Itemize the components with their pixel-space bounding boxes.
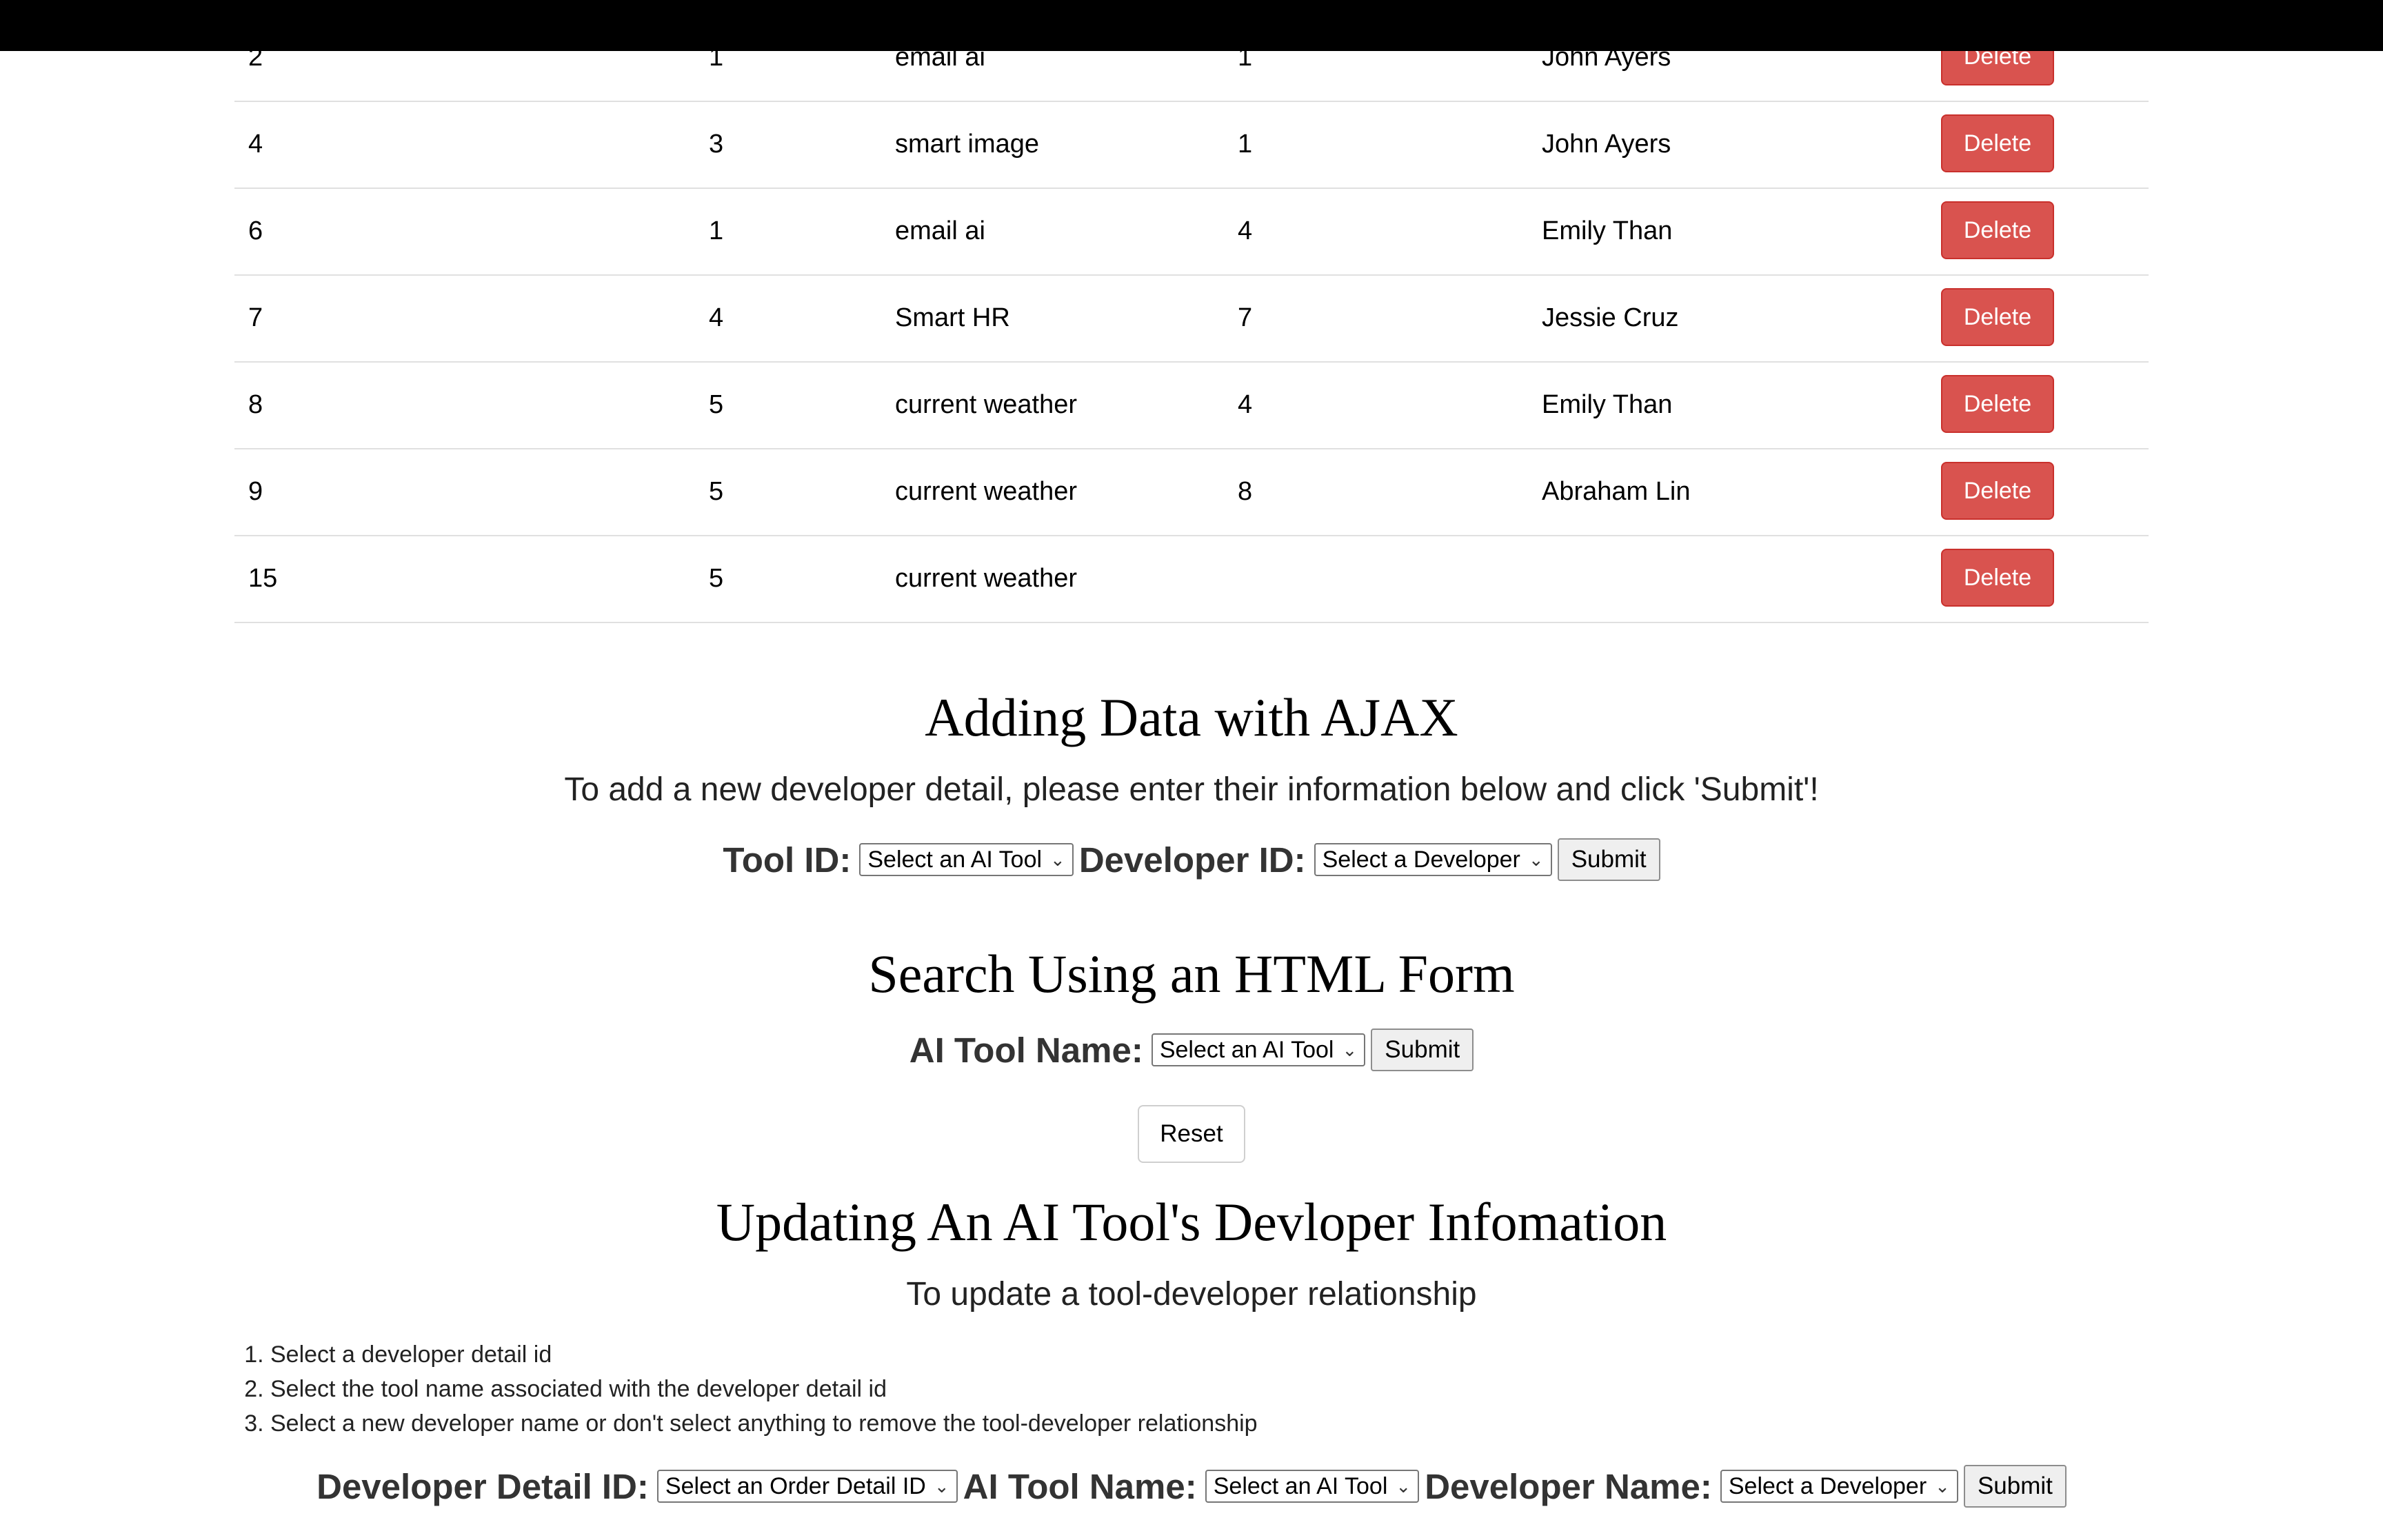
update-steps-list: Select a developer detail id Select the …: [241, 1337, 1258, 1441]
cell-id: 15: [248, 564, 278, 593]
cell-tool-name: current weather: [895, 564, 1078, 593]
cell-tool-id: 5: [709, 564, 724, 593]
chevron-down-icon: ⌄: [1528, 849, 1544, 870]
reset-button[interactable]: Reset: [1138, 1105, 1245, 1163]
cell-developer-name: Emily Than: [1542, 216, 1673, 245]
tool-id-select-value: Select an AI Tool: [867, 846, 1043, 873]
delete-button[interactable]: Delete: [1941, 114, 2054, 172]
cell-tool-name: current weather: [895, 390, 1078, 419]
ajax-section-description: To add a new developer detail, please en…: [564, 771, 1819, 808]
cell-developer-name: Abraham Lin: [1542, 477, 1691, 506]
search-form: AI Tool Name: Select an AI Tool ⌄ Submit: [0, 1029, 2383, 1071]
cell-tool-id: 3: [709, 130, 724, 159]
developer-detail-id-select[interactable]: Select an Order Detail ID ⌄: [656, 1470, 958, 1503]
developer-detail-id-select-value: Select an Order Detail ID: [665, 1472, 926, 1499]
cell-developer-name: John Ayers: [1542, 130, 1671, 159]
cell-id: 4: [248, 130, 263, 159]
chevron-down-icon: ⌄: [934, 1475, 949, 1497]
cell-developer-name: Jessie Cruz: [1542, 303, 1679, 332]
developer-id-select[interactable]: Select a Developer ⌄: [1314, 843, 1552, 876]
search-tool-select-value: Select an AI Tool: [1159, 1036, 1334, 1063]
cell-tool-name: email ai: [895, 216, 985, 245]
developer-id-label: Developer ID:: [1078, 840, 1306, 880]
table-row: 15 5 current weather Delete: [234, 535, 2149, 623]
delete-button[interactable]: Delete: [1941, 288, 2054, 346]
cell-tool-id: 1: [709, 216, 724, 245]
list-item: Select the tool name associated with the…: [270, 1372, 1258, 1406]
search-submit-button[interactable]: Submit: [1371, 1029, 1474, 1071]
cell-developer-id: 4: [1238, 216, 1253, 245]
cell-tool-name: smart image: [895, 130, 1040, 159]
cell-id: 7: [248, 303, 263, 332]
cell-developer-id: 7: [1238, 303, 1253, 332]
delete-button[interactable]: Delete: [1941, 462, 2054, 520]
update-submit-button[interactable]: Submit: [1963, 1465, 2067, 1508]
chevron-down-icon: ⌄: [1396, 1475, 1411, 1497]
chevron-down-icon: ⌄: [1342, 1039, 1358, 1060]
update-section-description: To update a tool-developer relationship: [906, 1276, 1477, 1313]
cell-tool-id: 5: [709, 477, 724, 506]
update-form: Developer Detail ID: Select an Order Det…: [0, 1465, 2383, 1508]
ajax-section-title: Adding Data with AJAX: [925, 687, 1458, 747]
cell-id: 8: [248, 390, 263, 419]
cell-tool-name: Smart HR: [895, 303, 1010, 332]
cell-tool-id: 4: [709, 303, 724, 332]
update-tool-select[interactable]: Select an AI Tool ⌄: [1205, 1470, 1420, 1503]
table-row: 7 4 Smart HR 7 Jessie Cruz Delete: [234, 274, 2149, 363]
tool-id-label: Tool ID:: [723, 840, 852, 880]
delete-button[interactable]: Delete: [1941, 375, 2054, 433]
cell-developer-id: 4: [1238, 390, 1253, 419]
developer-name-select-value: Select a Developer: [1728, 1472, 1927, 1499]
delete-button[interactable]: Delete: [1941, 201, 2054, 259]
developer-name-select[interactable]: Select a Developer ⌄: [1720, 1470, 1958, 1503]
update-section-title: Updating An AI Tool's Devloper Infomatio…: [716, 1192, 1667, 1252]
chevron-down-icon: ⌄: [1935, 1475, 1950, 1497]
developer-detail-id-label: Developer Detail ID:: [316, 1466, 649, 1506]
list-item: Select a new developer name or don't sel…: [270, 1406, 1258, 1441]
cell-developer-name: Emily Than: [1542, 390, 1673, 419]
list-item: Select a developer detail id: [270, 1337, 1258, 1372]
delete-button[interactable]: Delete: [1941, 549, 2054, 607]
update-tool-name-label: AI Tool Name:: [963, 1466, 1197, 1506]
chevron-down-icon: ⌄: [1050, 849, 1065, 870]
tool-id-select[interactable]: Select an AI Tool ⌄: [859, 843, 1074, 876]
cell-developer-id: 8: [1238, 477, 1253, 506]
search-tool-name-label: AI Tool Name:: [909, 1030, 1143, 1070]
ajax-submit-button[interactable]: Submit: [1557, 838, 1660, 881]
table-row: 8 5 current weather 4 Emily Than Delete: [234, 361, 2149, 449]
search-tool-select[interactable]: Select an AI Tool ⌄: [1151, 1033, 1366, 1066]
search-section-title: Search Using an HTML Form: [868, 944, 1515, 1004]
cell-id: 6: [248, 216, 263, 245]
update-tool-select-value: Select an AI Tool: [1213, 1472, 1388, 1499]
cell-tool-name: current weather: [895, 477, 1078, 506]
developer-name-label: Developer Name:: [1425, 1466, 1712, 1506]
cell-id: 9: [248, 477, 263, 506]
cell-developer-id: 1: [1238, 130, 1253, 159]
table-row: 4 3 smart image 1 John Ayers Delete: [234, 101, 2149, 189]
developer-id-select-value: Select a Developer: [1322, 846, 1520, 873]
table-row: 6 1 email ai 4 Emily Than Delete: [234, 188, 2149, 276]
top-bar: [0, 0, 2383, 51]
table-row: 9 5 current weather 8 Abraham Lin Delete: [234, 448, 2149, 536]
ajax-form: Tool ID: Select an AI Tool ⌄ Developer I…: [0, 838, 2383, 881]
cell-tool-id: 5: [709, 390, 724, 419]
